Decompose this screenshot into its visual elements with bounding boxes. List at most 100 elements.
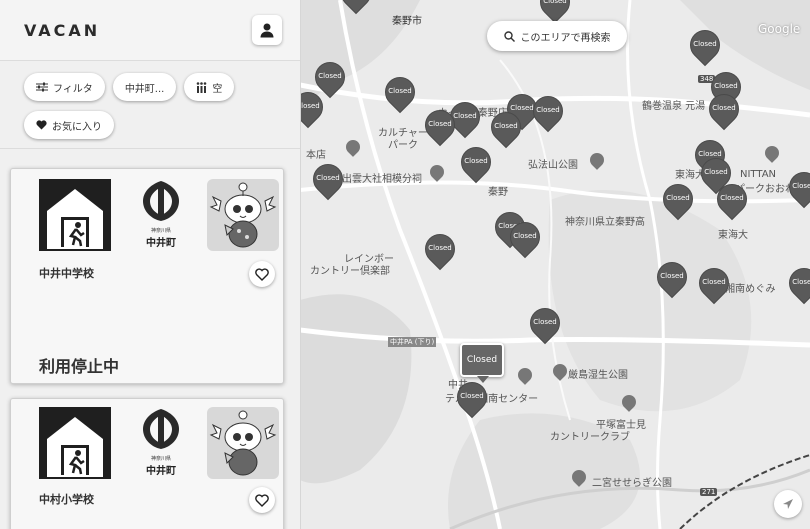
map-label: 神奈川県立秦野高	[565, 217, 645, 228]
map-pin[interactable]: Closed	[683, 23, 727, 67]
map-label: 秦野	[488, 187, 508, 198]
pin-label: Closed	[513, 232, 537, 240]
pin-label: Closed	[660, 272, 684, 280]
map-pin[interactable]: Closed	[656, 177, 700, 221]
pin-label: Closed	[494, 122, 518, 130]
pin-label: Closed	[666, 194, 690, 202]
map-label: 東海大	[718, 230, 748, 241]
vacan-logo[interactable]: VACAN	[24, 21, 100, 40]
favorites-filter-button[interactable]: お気に入り	[24, 111, 114, 139]
mascot-image	[207, 179, 279, 251]
map-label: 秦野市	[392, 16, 422, 27]
pin-label: Closed	[428, 244, 452, 252]
map-label: 本店	[306, 150, 326, 161]
area-filter-button[interactable]: 中井町...	[112, 73, 177, 101]
emergency-exit-icon	[39, 179, 111, 251]
user-icon	[260, 23, 274, 38]
vacancy-filter-label: 空	[212, 83, 223, 95]
map-label: カントリー倶楽部	[310, 266, 390, 277]
heart-icon	[36, 120, 47, 130]
pin-label: Closed	[704, 168, 728, 176]
pin-label: Closed	[388, 87, 412, 95]
filter-label: フィルタ	[53, 83, 93, 95]
crowd-bars-icon	[197, 81, 207, 93]
pin-label: Closed	[792, 182, 810, 190]
pin-label: Closed	[720, 194, 744, 202]
pin-label: Closed	[428, 120, 452, 128]
pin-label: Closed	[464, 157, 488, 165]
map-label: NITTAN	[740, 169, 777, 180]
card-images: 神奈川県 中井町	[11, 169, 283, 259]
pin-label: Closed	[543, 0, 567, 5]
area-filter-label: 中井町...	[124, 83, 165, 95]
map-label: 二宮せせらぎ公園	[592, 478, 672, 489]
google-logo: Google	[758, 22, 801, 36]
map-pin[interactable]: Closed	[692, 261, 736, 305]
card-images: 神奈川県 中井町	[11, 399, 283, 489]
map-pin[interactable]: Closed	[782, 261, 810, 305]
pin-label: Closed	[318, 72, 342, 80]
map-label: 出雲大社相模分祠	[342, 174, 422, 185]
favorite-button[interactable]	[249, 261, 275, 287]
facility-name: 中井中学校	[39, 267, 94, 280]
town-name-text: 中井町	[146, 466, 176, 477]
sidebar: VACAN フィルタ 中井町... 空 お気に入り 神奈川県 中井町 中井中学校…	[0, 0, 301, 529]
favorites-filter-label: お気に入り	[52, 121, 102, 133]
pin-label: Closed	[698, 150, 722, 158]
town-emblem-icon	[143, 409, 179, 449]
top-bar: VACAN	[0, 0, 300, 61]
facility-card[interactable]: 神奈川県 中井町 中井中学校 利用停止中	[10, 168, 284, 384]
pin-label: Closed	[712, 104, 736, 112]
town-prefecture-text: 神奈川県	[150, 456, 171, 462]
map-pin[interactable]: Closed	[533, 0, 577, 24]
map-pin[interactable]: Closed	[782, 165, 810, 209]
pin-label: Closed	[702, 278, 726, 286]
account-button[interactable]	[252, 15, 282, 45]
search-this-area-label: このエリアで再検索	[520, 32, 611, 44]
map-label: カントリークラブ	[550, 432, 630, 443]
pin-label: Closed	[693, 40, 717, 48]
mascot-icon	[209, 410, 277, 476]
town-prefecture-text: 神奈川県	[150, 228, 171, 234]
map-pin[interactable]: Closed	[503, 215, 547, 259]
location-button[interactable]	[774, 490, 802, 518]
map-view[interactable]: 秦野市 カインズ秦野店 鶴巻温泉 元湯 カルチャー パーク 本店 弘法山公園 出…	[300, 0, 810, 529]
mascot-image	[207, 407, 279, 479]
favorite-button[interactable]	[249, 487, 275, 513]
map-pin[interactable]: Closed	[710, 177, 754, 221]
vacancy-filter-button[interactable]: 空	[184, 73, 235, 101]
map-pin[interactable]: Closed	[523, 301, 567, 345]
selected-map-pin[interactable]: Closed	[460, 343, 504, 383]
heart-outline-icon	[255, 267, 269, 281]
town-emblem: 神奈川県 中井町	[131, 407, 191, 479]
town-emblem: 神奈川県 中井町	[131, 179, 191, 251]
pin-label: Closed	[714, 82, 738, 90]
map-pin[interactable]: Closed	[418, 103, 462, 147]
town-emblem-icon	[143, 181, 179, 221]
map-label: パーク	[388, 140, 418, 151]
map-pin[interactable]: Closed	[454, 140, 498, 184]
map-pin[interactable]: Closed	[334, 0, 378, 15]
map-pin[interactable]: Closed	[702, 87, 746, 131]
facility-name: 中村小学校	[39, 493, 94, 506]
heart-outline-icon	[255, 493, 269, 507]
map-pin[interactable]: Closed	[418, 227, 462, 271]
pin-label: Closed	[536, 106, 560, 114]
map-pin[interactable]: Closed	[308, 55, 352, 99]
navigation-arrow-icon	[783, 499, 793, 509]
pin-label: Closed	[316, 174, 340, 182]
pin-label: Closed	[533, 318, 557, 326]
search-this-area-button[interactable]: このエリアで再検索	[487, 21, 627, 51]
map-pin[interactable]: Closed	[484, 105, 528, 149]
map-pin[interactable]: Closed	[306, 157, 350, 201]
filter-bar: フィルタ 中井町... 空 お気に入り	[0, 61, 300, 149]
map-pin[interactable]: Closed	[650, 255, 694, 299]
facility-card[interactable]: 神奈川県 中井町 中村小学校	[10, 398, 284, 529]
map-pin[interactable]: Closed	[300, 85, 330, 129]
emergency-exit-icon	[39, 407, 111, 479]
map-pin[interactable]: Closed	[526, 89, 570, 133]
map-label: 鶴巻温泉 元湯	[642, 101, 706, 112]
map-pin[interactable]: Closed	[450, 375, 494, 419]
filter-button[interactable]: フィルタ	[24, 73, 105, 101]
map-pin[interactable]: Closed	[378, 70, 422, 114]
